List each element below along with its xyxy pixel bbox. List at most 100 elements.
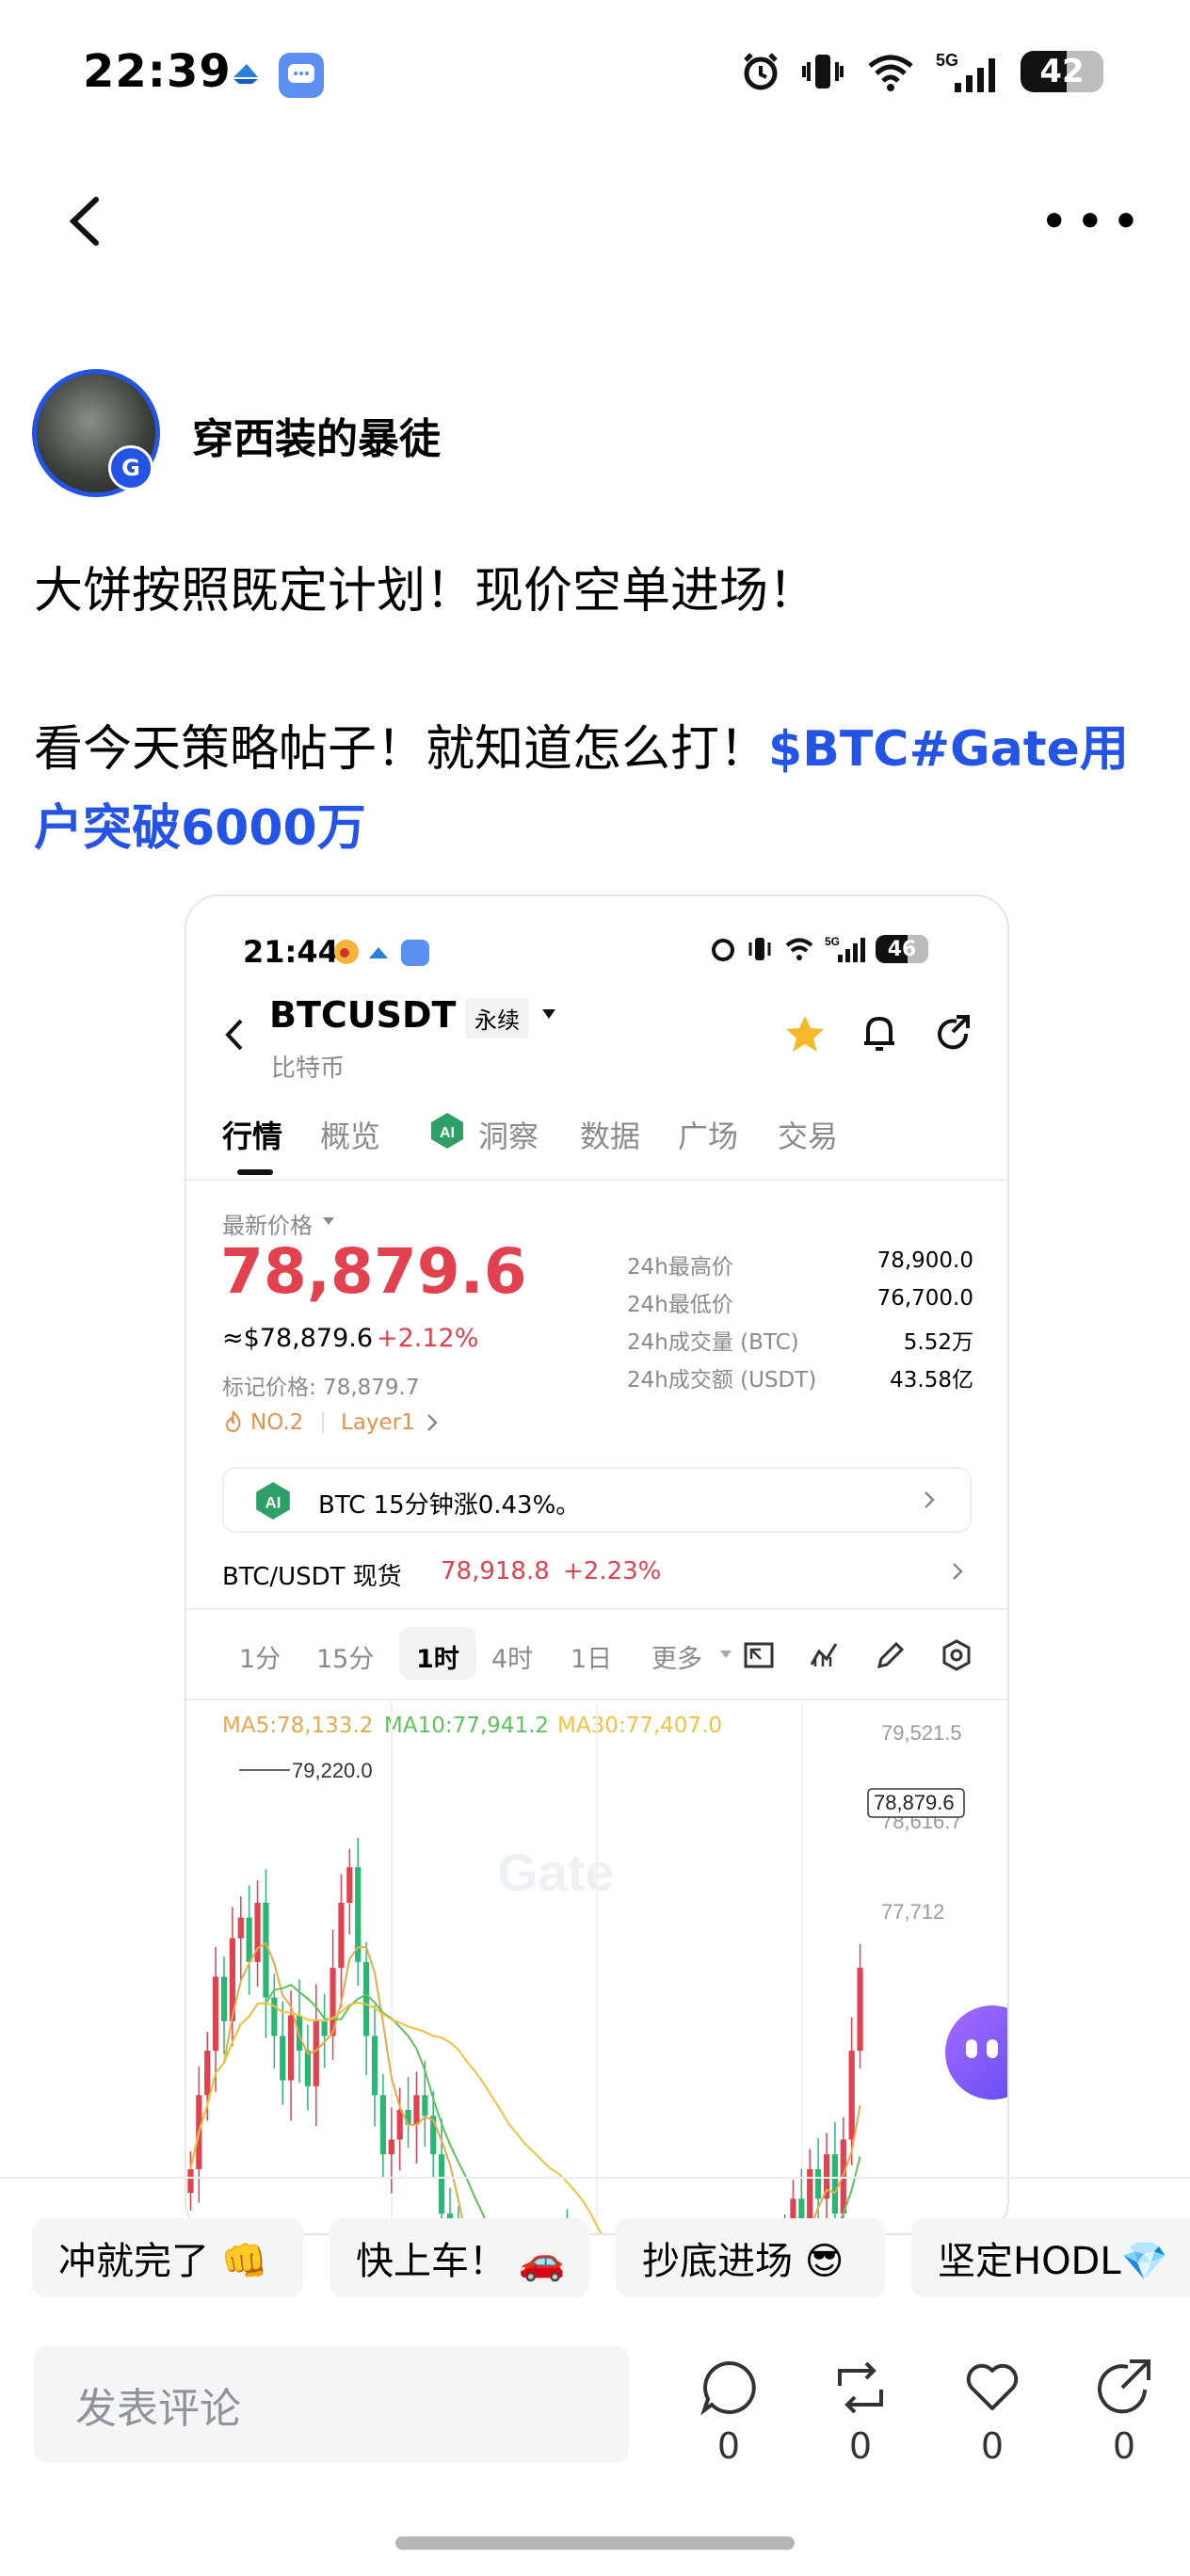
repost-button[interactable]: 0 [823,2358,898,2467]
shot-tab-overview: 概览 [320,1119,381,1154]
candle-body [831,2154,838,2214]
candle-body [346,1867,353,1903]
high-annotation-label: 79,220.0 [292,1759,373,1782]
candle-body [237,1917,244,1939]
shot-change: +2.12% [377,1324,479,1353]
shot-bell-icon [864,1016,894,1051]
status-time: 22:39 [83,45,232,98]
candle-body [413,2095,420,2125]
shot-mark-price: 标记价格: 78,879.7 [222,1376,420,1400]
wifi-icon [868,55,913,91]
candle-body [246,1917,252,1962]
shot-draw-icon [876,1641,905,1669]
comment-button[interactable]: 0 [691,2358,766,2467]
shot-category-tag: Layer1 [341,1410,415,1435]
shot-pair-name: BTCUSDT [269,994,457,1036]
post-image[interactable]: 21:44 5G 46 BTCUSDT 永续 比特币 行情 概览 AI 洞察 数… [185,894,1009,2235]
shot-tab-insight: 洞察 [478,1119,539,1154]
shot-interval-active: 1时 [416,1645,459,1674]
battery-indicator: 42 [1021,51,1103,92]
shot-last-price: 78,879.6 [220,1235,527,1308]
quick-reply-chip[interactable]: 快上车！ 🚗 [330,2218,589,2297]
shot-dropdown-icon [542,1009,555,1019]
shot-share-icon [938,1015,970,1050]
candle-body [288,2015,295,2081]
alarm-icon [744,53,778,90]
shot-ai-banner-text: BTC 15分钟涨0.43%。 [318,1491,581,1520]
shot-spot-change: +2.23% [563,1557,662,1586]
post-content: 大饼按照既定计划！现价空单进场！ 看今天策略帖子！就知道怎么打！$BTC#Gat… [34,552,1164,868]
back-arrow-icon[interactable] [58,188,115,254]
shot-status-icons: 5G 46 [710,934,928,964]
shot-divider [186,1699,1007,1700]
more-options-icon[interactable]: ••• [1041,198,1149,246]
shot-settings-icon [942,1639,971,1671]
candle-body [379,2095,386,2155]
last-price-label: 78,879.6 [874,1791,955,1814]
shot-tab-indicator [237,1169,273,1175]
shot-stat-label: 24h最高价 [627,1255,733,1280]
comment-input[interactable]: 发表评论 [34,2346,629,2463]
like-icon [966,2363,1019,2410]
candle-body [371,2036,378,2096]
shot-divider [186,1608,1007,1610]
candle-body [304,2051,311,2086]
shot-subtitle: 比特币 [271,1055,346,1083]
quick-reply-chip[interactable]: 坚定HODL💎 [911,2218,1190,2297]
candle-body [857,1968,863,2052]
shot-rank-tag: NO.2 [250,1410,304,1435]
y-tick-label: 77,712 [881,1900,944,1924]
svg-text:5G: 5G [936,51,958,70]
share-button[interactable]: 0 [1086,2358,1162,2467]
shot-stat-label: 24h成交额 (USDT) [627,1368,817,1393]
shot-tab-trade: 交易 [778,1119,839,1154]
like-count: 0 [980,2425,1005,2467]
signal-5g-icon: 5G [936,51,995,92]
like-button[interactable]: 0 [955,2358,1030,2467]
shot-usd-price: ≈$78,879.6 [222,1324,374,1353]
candle-body [388,2139,394,2155]
home-indicator[interactable] [395,2536,795,2550]
shot-status-app-icons [334,940,429,966]
shot-spot-chevron-icon [953,1563,963,1580]
shot-ai-icon: AI [431,1113,463,1149]
shot-star-icon [786,1016,824,1052]
gate-badge-icon: G [108,445,153,491]
y-tick-label: 79,521.5 [881,1721,962,1745]
svg-text:AI: AI [440,1125,455,1141]
shot-chevron-icon [427,1414,438,1431]
author-avatar[interactable]: G [32,369,160,497]
author-name[interactable]: 穿西装的暴徒 [192,405,441,465]
share-count: 0 [1112,2425,1136,2467]
message-app-icon [279,53,324,98]
candle-body [815,2168,822,2199]
candle-body [422,2095,428,2117]
shot-stat-value: 43.58亿 [890,1368,973,1393]
status-icons: 5G 42 [740,49,1103,94]
comment-count: 0 [716,2425,741,2467]
svg-text:5G: 5G [825,935,840,948]
shot-stat-value: 5.52万 [903,1330,973,1355]
candle-body [338,1902,345,1969]
shot-interval: 1日 [571,1645,613,1674]
candle-body [280,2036,286,2081]
candle-body [439,2154,445,2214]
shot-tab-data: 数据 [580,1119,641,1154]
shot-fire-icon [225,1410,241,1433]
shot-divider [186,1179,1007,1181]
candle-body [204,2051,211,2096]
shot-spot-price: 78,918.8 [441,1557,550,1586]
repost-icon [838,2361,883,2414]
quick-reply-chip[interactable]: 冲就完了 👊 [32,2218,303,2297]
candle-body [396,2110,403,2140]
shot-stat-value: 78,900.0 [876,1248,973,1273]
shot-banner-chevron-icon [925,1491,935,1508]
shot-battery: 46 [876,935,928,963]
shot-contract-tag: 永续 [465,998,529,1038]
share-icon [1098,2359,1150,2414]
shot-tab-market: 行情 [222,1119,283,1154]
vibrate-icon [802,55,844,89]
quick-reply-chip[interactable]: 抄底进场 😎 [616,2218,885,2297]
chart-watermark: Gate [497,1843,615,1902]
shot-interval: 15分 [316,1645,375,1674]
